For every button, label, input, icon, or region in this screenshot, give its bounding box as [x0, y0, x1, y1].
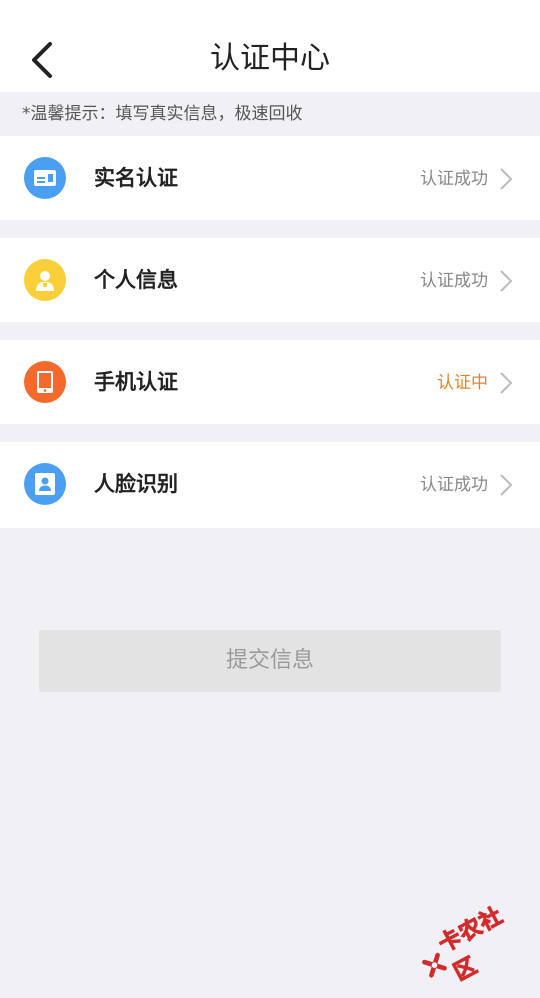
id-card-icon [24, 157, 66, 199]
phone-icon [24, 361, 66, 403]
page-title: 认证中心 [0, 38, 540, 80]
verify-row-phone[interactable]: 手机认证 认证中 [0, 340, 540, 424]
row-label: 个人信息 [94, 238, 178, 322]
tip-text: *温馨提示：填写真实信息，极速回收 [0, 92, 540, 136]
status-text: 认证中 [437, 340, 488, 424]
watermark-logo: 卡农社区 [416, 901, 532, 988]
chevron-right-icon [498, 268, 514, 294]
top-bar: 认证中心 [0, 0, 540, 92]
status-text: 认证成功 [420, 442, 488, 526]
status-text: 认证成功 [420, 136, 488, 220]
verify-row-personal-info[interactable]: 个人信息 认证成功 [0, 238, 540, 322]
verify-row-real-name[interactable]: 实名认证 认证成功 [0, 136, 540, 220]
status-text: 认证成功 [420, 238, 488, 322]
chevron-right-icon [498, 370, 514, 396]
chevron-right-icon [498, 472, 514, 498]
face-scan-icon [24, 463, 66, 505]
row-label: 手机认证 [94, 340, 178, 424]
submit-button[interactable]: 提交信息 [39, 630, 501, 692]
person-icon [24, 259, 66, 301]
row-label: 人脸识别 [94, 442, 178, 526]
watermark-text: 卡农社区 [432, 890, 538, 987]
verify-row-face[interactable]: 人脸识别 认证成功 [0, 442, 540, 528]
chevron-right-icon [498, 166, 514, 192]
row-label: 实名认证 [94, 136, 178, 220]
